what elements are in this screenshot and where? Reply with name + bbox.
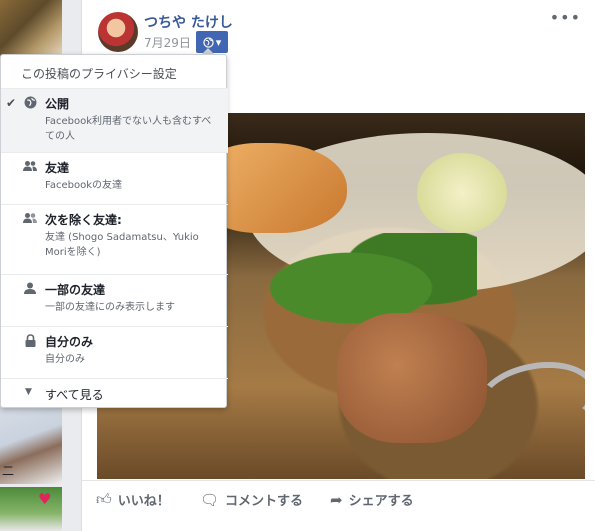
- privacy-option-label: 一部の友達: [45, 283, 106, 297]
- privacy-option-desc: 友達 (Shogo Sadamatsu、Yukio Moriを除く): [45, 232, 199, 258]
- photo-chicken: [337, 313, 487, 443]
- privacy-option-public[interactable]: ✔ 公開 Facebook利用者でない人も含むすべての人: [1, 88, 228, 152]
- like-label: いいね！: [117, 494, 170, 509]
- see-all-button[interactable]: ▼ すべて見る: [1, 378, 228, 408]
- privacy-option-desc: 一部の友達にのみ表示します: [45, 302, 175, 313]
- photo-cabbage: [417, 153, 507, 233]
- person-icon: [23, 282, 37, 296]
- share-icon: ➦: [330, 490, 343, 509]
- thumbnail-photo[interactable]: [0, 487, 62, 531]
- post-date[interactable]: 7月29日: [144, 34, 191, 51]
- lock-icon: [23, 334, 37, 348]
- avatar[interactable]: [98, 12, 138, 52]
- privacy-option-only-me[interactable]: 自分のみ 自分のみ: [1, 326, 228, 378]
- privacy-option-desc: Facebookの友達: [45, 180, 122, 191]
- privacy-dropdown: この投稿のプライバシー設定 ✔ 公開 Facebook利用者でない人も含むすべて…: [0, 54, 228, 408]
- privacy-option-friends[interactable]: 友達 Facebookの友達: [1, 152, 228, 204]
- privacy-option-label: 友達: [45, 161, 70, 175]
- more-options-icon[interactable]: •••: [550, 8, 581, 27]
- share-button[interactable]: ➦ シェアする: [330, 490, 414, 510]
- thumbnail-photo[interactable]: [0, 0, 62, 58]
- privacy-option-friends-except[interactable]: 次を除く友達: 友達 (Shogo Sadamatsu、Yukio Moriを除…: [1, 204, 228, 274]
- privacy-option-desc: Facebook利用者でない人も含むすべての人: [45, 116, 212, 142]
- privacy-option-label: 公開: [45, 97, 70, 111]
- see-all-label: すべて見る: [45, 388, 104, 402]
- heart-icon: ♥: [38, 490, 52, 508]
- comment-label: コメントする: [225, 494, 304, 509]
- globe-icon: [203, 36, 214, 48]
- chevron-down-icon: ▾: [215, 35, 222, 49]
- friends-except-icon: [23, 212, 37, 226]
- share-label: シェアする: [348, 494, 414, 509]
- photo-spoon: [471, 353, 585, 443]
- post-action-bar: 👍︎ いいね！ 🗨︎ コメントする ➦ シェアする: [82, 480, 595, 520]
- comment-button[interactable]: 🗨︎ コメントする: [200, 490, 304, 510]
- privacy-option-label: 自分のみ: [45, 335, 94, 349]
- checkmark-icon: ✔: [6, 96, 17, 110]
- privacy-option-specific-friends[interactable]: 一部の友達 一部の友達にのみ表示します: [1, 274, 228, 326]
- globe-icon: [23, 96, 37, 110]
- thumbs-up-icon: 👍︎: [96, 490, 112, 508]
- post-author[interactable]: つちや たけし: [144, 12, 233, 32]
- comment-icon: 🗨︎: [200, 490, 220, 509]
- thumbnail-label: 二: [2, 464, 15, 478]
- like-button[interactable]: 👍︎ いいね！: [96, 490, 170, 509]
- friends-icon: [23, 160, 37, 174]
- triangle-down-icon: ▼: [25, 387, 32, 397]
- privacy-option-desc: 自分のみ: [45, 354, 85, 365]
- privacy-dropdown-title: この投稿のプライバシー設定: [21, 67, 177, 81]
- privacy-option-label: 次を除く友達:: [45, 213, 122, 227]
